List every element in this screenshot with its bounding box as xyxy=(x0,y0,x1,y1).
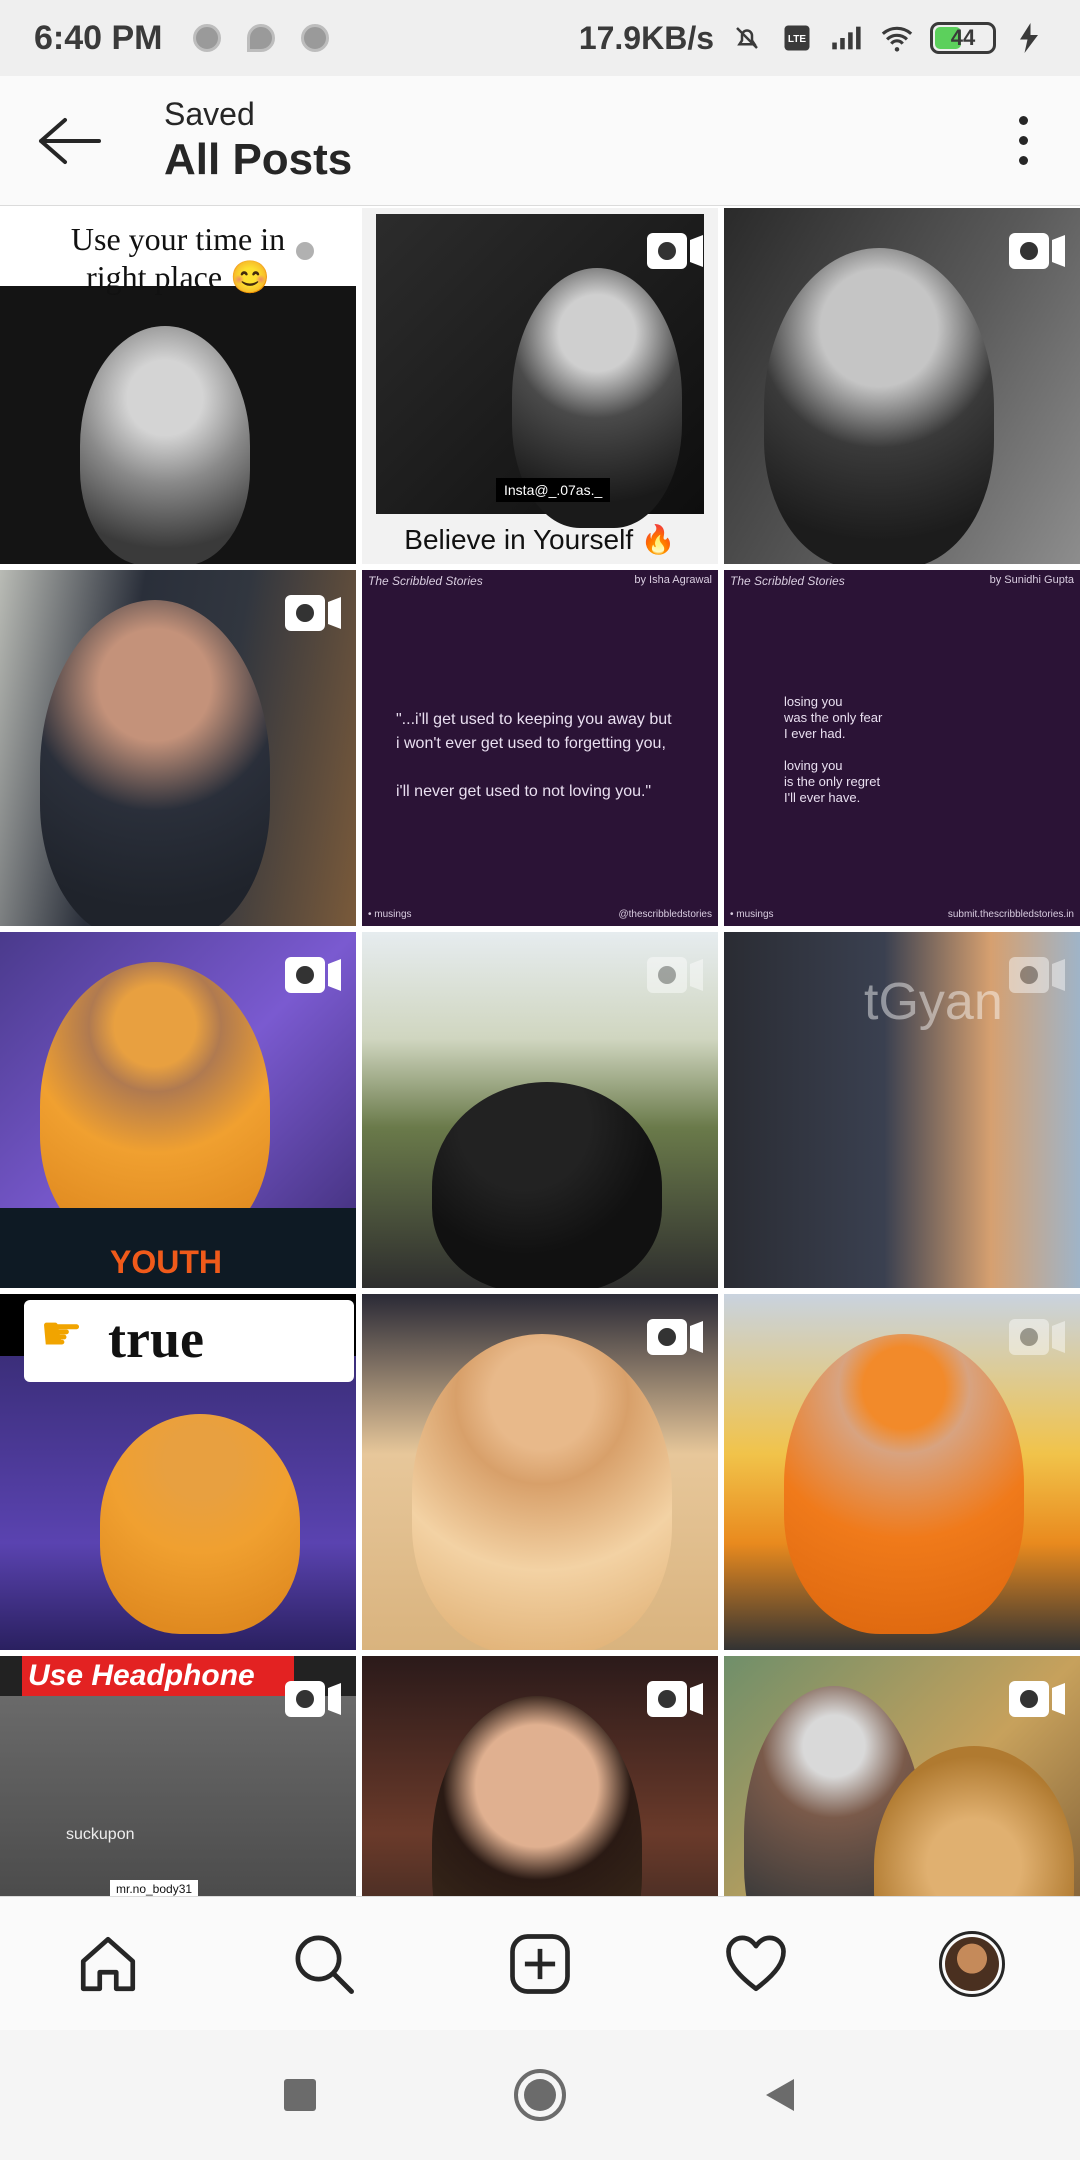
saved-post-tile[interactable] xyxy=(724,1294,1080,1650)
saved-post-tile[interactable]: Use Headphone suckupon mr.no_body31 xyxy=(0,1656,356,1896)
system-nav-bar xyxy=(0,2030,1080,2160)
video-camera-icon xyxy=(285,1681,341,1717)
post-watermark: suckupon xyxy=(66,1826,135,1843)
post-banner: YOUTH xyxy=(0,1208,356,1288)
more-options-button[interactable] xyxy=(1008,111,1038,171)
post-footer-right: submit.thescribbledstories.in xyxy=(947,909,1074,920)
video-camera-icon xyxy=(285,233,341,269)
back-triangle-icon xyxy=(766,2079,794,2111)
post-footer-left: • musings xyxy=(368,909,412,920)
search-tab[interactable] xyxy=(284,1924,364,2004)
home-button[interactable] xyxy=(510,2065,570,2125)
notification-dot-icon xyxy=(192,24,221,52)
saved-post-tile[interactable] xyxy=(362,932,718,1288)
post-brand: The Scribbled Stories xyxy=(368,574,483,588)
post-banner: Use Headphone xyxy=(22,1656,294,1696)
post-brand: The Scribbled Stories xyxy=(730,574,845,588)
saved-post-tile[interactable] xyxy=(0,570,356,926)
home-tab[interactable] xyxy=(68,1924,148,2004)
volte-icon: LTE xyxy=(780,23,814,53)
add-post-icon xyxy=(510,1933,570,1994)
system-back-button[interactable] xyxy=(750,2065,810,2125)
activity-tab[interactable] xyxy=(716,1924,796,2004)
post-username: mr.no_body31 xyxy=(110,1880,199,1896)
wifi-icon xyxy=(880,23,914,53)
saved-post-tile[interactable]: The Scribbled Stories by Sunidhi Gupta l… xyxy=(724,570,1080,926)
status-right: 17.9KB/s LTE 44 xyxy=(579,20,1046,57)
video-camera-icon xyxy=(1009,233,1065,269)
saved-posts-grid: Use your time in right place 😊 Insta@_.0… xyxy=(0,208,1080,1896)
app-header: Saved All Posts xyxy=(0,76,1080,206)
post-quote: "...i'll get used to keeping you away bu… xyxy=(396,711,672,800)
page-title: All Posts xyxy=(164,135,353,184)
battery-level: 44 xyxy=(950,25,976,50)
saved-post-tile[interactable] xyxy=(362,1656,718,1896)
mute-bell-icon xyxy=(730,23,764,53)
notification-dot-icon xyxy=(246,24,275,52)
charging-icon xyxy=(1012,23,1046,53)
more-vert-icon xyxy=(1018,116,1028,125)
profile-avatar xyxy=(939,1930,1005,1997)
video-camera-icon xyxy=(647,957,703,993)
post-quote: losing you was the only fear I ever had.… xyxy=(784,694,883,805)
video-camera-icon xyxy=(285,957,341,993)
video-camera-icon xyxy=(1009,1681,1065,1717)
video-camera-icon xyxy=(647,233,703,269)
status-time: 6:40 PM xyxy=(34,18,163,57)
post-footer-left: • musings xyxy=(730,909,774,920)
svg-text:LTE: LTE xyxy=(788,34,806,45)
search-icon xyxy=(295,1935,354,1994)
home-icon xyxy=(80,1936,136,1991)
saved-post-tile[interactable] xyxy=(362,1294,718,1650)
saved-post-tile[interactable]: Insta@_.07as._ Believe in Yourself 🔥 xyxy=(362,208,718,564)
collection-label: Saved xyxy=(164,96,255,132)
post-watermark: tGyan xyxy=(864,973,1003,1031)
post-tag: Insta@_.07as._ xyxy=(496,478,611,502)
saved-post-tile[interactable] xyxy=(724,208,1080,564)
recents-button[interactable] xyxy=(270,2065,330,2125)
back-arrow-icon xyxy=(39,117,101,164)
notification-icons xyxy=(192,24,329,52)
back-button[interactable] xyxy=(28,111,108,171)
profile-tab[interactable] xyxy=(932,1924,1012,2004)
battery-icon: 44 xyxy=(930,22,996,54)
video-camera-icon xyxy=(1009,957,1065,993)
post-author: by Sunidhi Gupta xyxy=(989,574,1074,586)
saved-post-tile[interactable] xyxy=(724,1656,1080,1896)
video-camera-icon xyxy=(285,595,341,631)
recents-square-icon xyxy=(284,2079,316,2111)
saved-post-tile[interactable]: YOUTH xyxy=(0,932,356,1288)
saved-post-tile[interactable]: Use your time in right place 😊 xyxy=(0,208,356,564)
video-camera-icon xyxy=(1009,1319,1065,1355)
video-camera-icon xyxy=(647,1681,703,1717)
title-block: Saved All Posts xyxy=(164,96,352,185)
saved-post-tile[interactable]: The Scribbled Stories by Isha Agrawal ".… xyxy=(362,570,718,926)
activity-heart-icon xyxy=(726,1935,786,1991)
notification-dot-icon xyxy=(300,24,329,52)
post-caption: Believe in Yourself 🔥 xyxy=(404,524,676,555)
video-camera-icon xyxy=(647,1319,703,1355)
saved-post-tile[interactable]: tGyan xyxy=(724,932,1080,1288)
post-author: by Isha Agrawal xyxy=(634,574,712,586)
pointing-hand-icon: ☛ xyxy=(40,1308,84,1361)
add-post-tab[interactable] xyxy=(500,1924,580,2004)
home-circle-icon xyxy=(514,2069,566,2121)
saved-post-tile[interactable]: true ☛ xyxy=(0,1294,356,1650)
status-bar: 6:40 PM 17.9KB/s LTE 44 xyxy=(0,0,1080,76)
bottom-nav xyxy=(0,1896,1080,2030)
signal-icon xyxy=(830,23,864,53)
net-speed: 17.9KB/s xyxy=(578,19,714,56)
post-footer-right: @thescribbledstories xyxy=(618,909,712,920)
